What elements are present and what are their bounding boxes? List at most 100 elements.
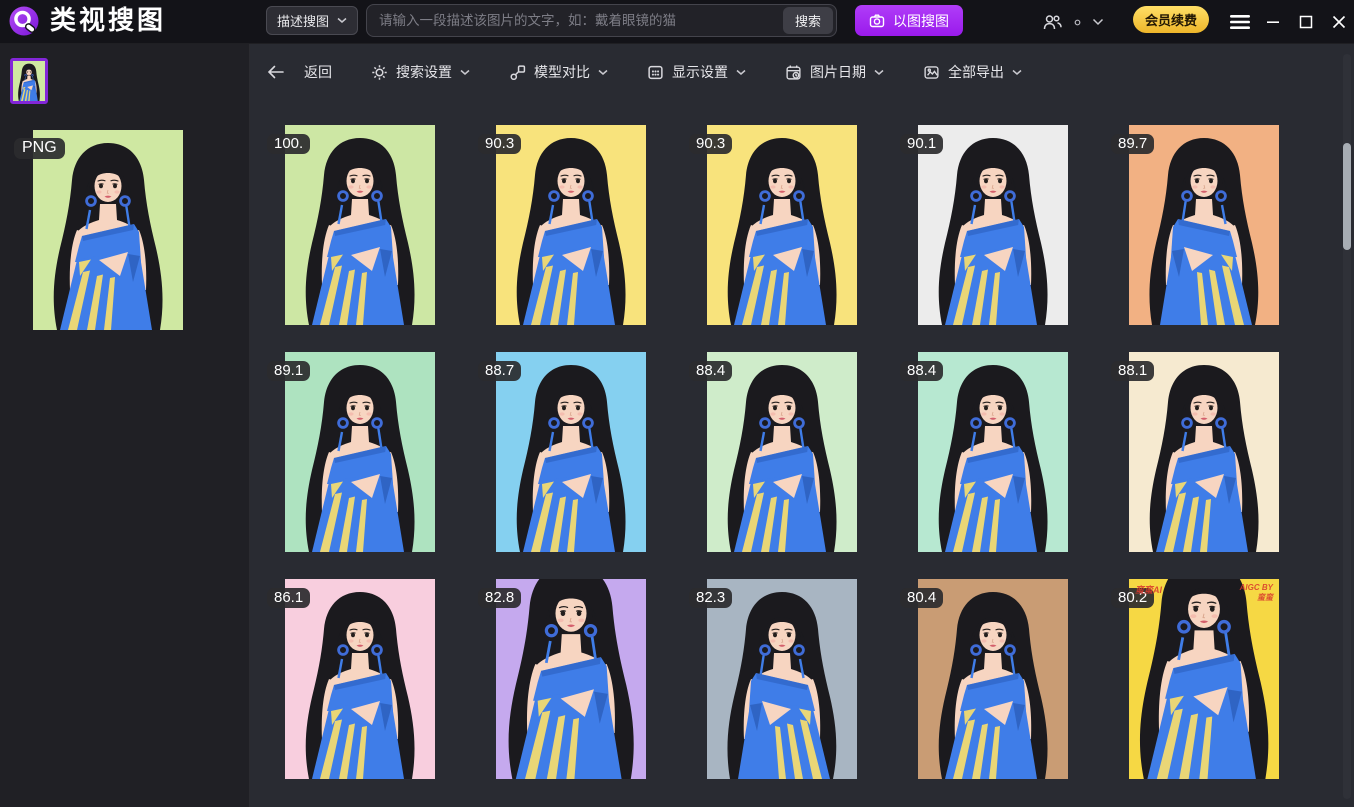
watermark-top-left: 蛮蛮AI (1135, 583, 1162, 596)
search-box: 搜索 (366, 4, 837, 37)
logo-magnifier-icon (8, 5, 40, 37)
back-button[interactable]: 返回 (267, 62, 332, 82)
result-image (1129, 125, 1279, 325)
minimize-button[interactable] (1261, 8, 1285, 36)
menu-button[interactable] (1228, 8, 1252, 36)
gear-icon (371, 64, 388, 81)
result-card[interactable]: 90.3 (496, 125, 646, 325)
similarity-score-badge: 82.3 (689, 588, 732, 608)
search-input[interactable] (367, 5, 783, 36)
sidebar: PNG (0, 44, 250, 807)
similarity-score-badge: 80.4 (900, 588, 943, 608)
result-card[interactable]: 82.3 (707, 579, 857, 779)
search-mode-label: 描述搜图 (277, 11, 329, 30)
export-all-dropdown[interactable]: 全部导出 (923, 62, 1022, 82)
display-settings-icon (647, 64, 664, 81)
chevron-down-icon (460, 69, 470, 76)
chevron-down-icon (1012, 69, 1022, 76)
member-renew-button[interactable]: 会员续费 (1133, 6, 1209, 33)
app-window: 类视搜图 描述搜图 搜索 以图搜图 (0, 0, 1354, 807)
watermark-top-right: AIGC BY蛮蛮 (1240, 583, 1273, 604)
similarity-score-badge: 88.7 (478, 361, 521, 381)
result-card[interactable]: 82.8 (496, 579, 646, 779)
main-content: 返回 搜索设置 (250, 44, 1354, 807)
search-settings-dropdown[interactable]: 搜索设置 (371, 62, 470, 82)
similarity-score-badge: 90.3 (689, 134, 732, 154)
result-card[interactable]: 88.4 (707, 352, 857, 552)
format-badge: PNG (14, 138, 65, 159)
image-search-label: 以图搜图 (893, 11, 949, 31)
close-button[interactable] (1327, 8, 1351, 36)
similarity-score-badge: 89.1 (267, 361, 310, 381)
camera-icon (869, 13, 885, 28)
query-preview-image (33, 130, 183, 330)
export-image-icon (923, 64, 940, 81)
result-image (496, 352, 646, 552)
app-title: 类视搜图 (50, 4, 166, 38)
image-date-dropdown[interactable]: 图片日期 (785, 62, 884, 82)
similarity-score-badge: 86.1 (267, 588, 310, 608)
maximize-button[interactable] (1294, 8, 1318, 36)
result-image (285, 579, 435, 779)
results-grid: 100. 90.3 90.3 90.1 89.7 (285, 125, 1279, 779)
result-card[interactable]: 86.1 (285, 579, 435, 779)
query-thumbnail-image (13, 61, 45, 101)
topbar: 类视搜图 描述搜图 搜索 以图搜图 (0, 0, 1354, 44)
result-image (1129, 579, 1279, 779)
result-card[interactable]: 100. (285, 125, 435, 325)
result-card[interactable]: 80.4 (918, 579, 1068, 779)
similarity-score-badge: 89.7 (1111, 134, 1154, 154)
model-compare-dropdown[interactable]: 模型对比 (509, 62, 608, 82)
account-chevron-down-icon[interactable] (1092, 18, 1104, 26)
search-button[interactable]: 搜索 (783, 7, 833, 34)
similarity-score-badge: 88.4 (689, 361, 732, 381)
result-card[interactable]: 88.4 (918, 352, 1068, 552)
result-image (918, 125, 1068, 325)
result-card[interactable]: 89.7 (1129, 125, 1279, 325)
result-card[interactable]: 88.1 (1129, 352, 1279, 552)
result-image (707, 352, 857, 552)
chevron-down-icon (736, 69, 746, 76)
search-settings-label: 搜索设置 (396, 62, 452, 82)
chevron-down-icon (337, 17, 347, 24)
result-card[interactable]: 80.2 蛮蛮AIAIGC BY蛮蛮 (1129, 579, 1279, 779)
export-all-label: 全部导出 (948, 62, 1004, 82)
result-image (918, 579, 1068, 779)
image-date-label: 图片日期 (810, 62, 866, 82)
chevron-down-icon (598, 69, 608, 76)
result-image (918, 352, 1068, 552)
result-image (707, 125, 857, 325)
result-card[interactable]: 88.7 (496, 352, 646, 552)
back-label: 返回 (304, 62, 332, 82)
search-mode-dropdown[interactable]: 描述搜图 (266, 6, 358, 35)
display-settings-label: 显示设置 (672, 62, 728, 82)
similarity-score-badge: 88.4 (900, 361, 943, 381)
similarity-score-badge: 82.8 (478, 588, 521, 608)
result-image (285, 125, 435, 325)
result-card[interactable]: 90.3 (707, 125, 857, 325)
results-toolbar: 返回 搜索设置 (267, 44, 1022, 100)
similarity-score-badge: 90.1 (900, 134, 943, 154)
query-preview: PNG (33, 130, 183, 330)
result-image (285, 352, 435, 552)
result-card[interactable]: 90.1 (918, 125, 1068, 325)
result-image (496, 579, 646, 779)
chevron-down-icon (874, 69, 884, 76)
display-settings-dropdown[interactable]: 显示设置 (647, 62, 746, 82)
model-compare-icon (509, 64, 526, 81)
result-card[interactable]: 89.1 (285, 352, 435, 552)
result-image (496, 125, 646, 325)
result-image (1129, 352, 1279, 552)
status-dot-icon (1074, 19, 1081, 26)
app-logo: 类视搜图 (8, 4, 166, 38)
scrollbar-thumb[interactable] (1343, 143, 1351, 250)
image-search-button[interactable]: 以图搜图 (855, 5, 963, 36)
back-arrow-icon (267, 65, 284, 79)
model-compare-label: 模型对比 (534, 62, 590, 82)
users-icon[interactable] (1042, 14, 1063, 31)
query-thumbnail-selected[interactable] (10, 58, 48, 104)
calendar-clock-icon (785, 64, 802, 81)
window-controls (1228, 0, 1351, 44)
similarity-score-badge: 100. (267, 134, 310, 154)
result-image (707, 579, 857, 779)
